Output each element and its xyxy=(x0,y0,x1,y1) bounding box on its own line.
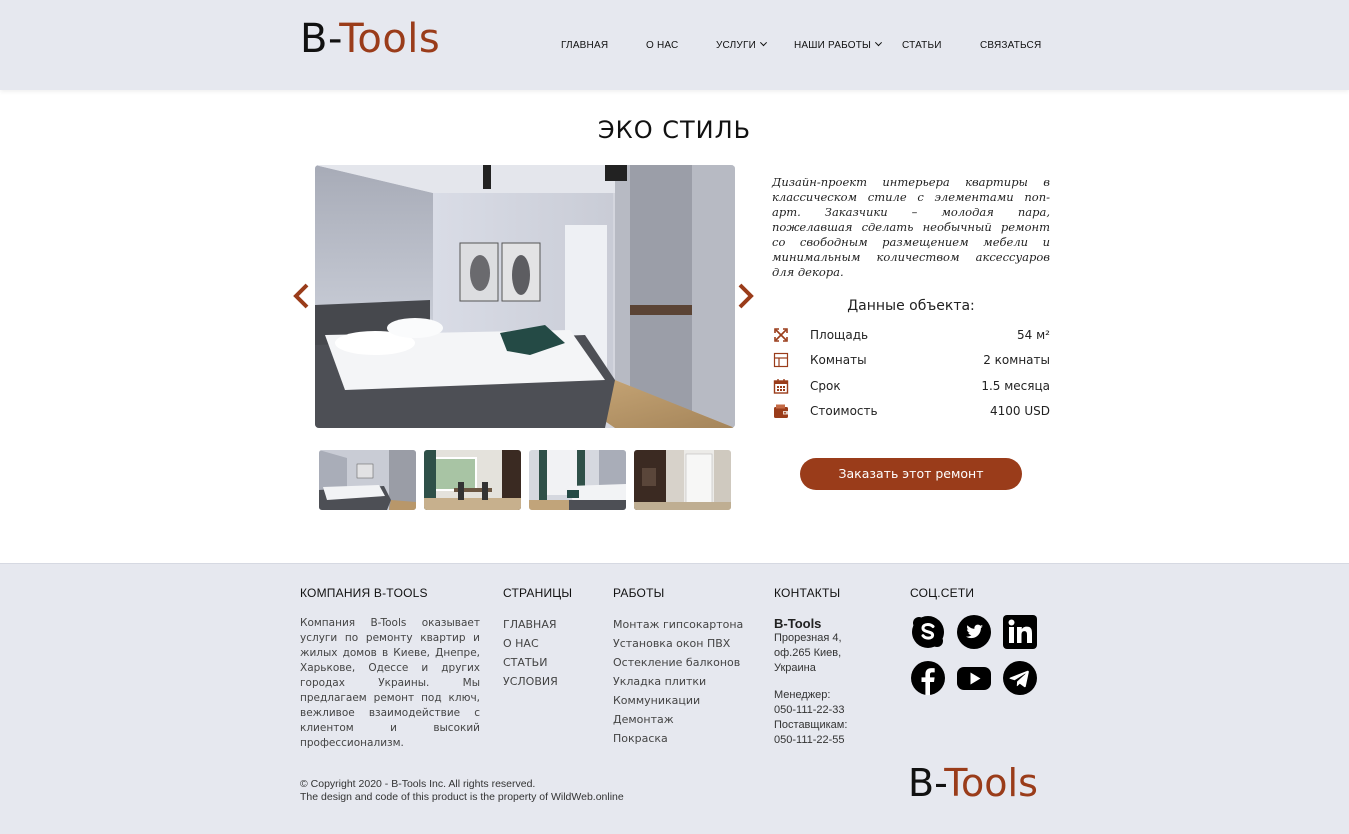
gallery-thumbnail[interactable] xyxy=(319,450,416,510)
calendar-icon xyxy=(773,379,789,394)
footer-link-articles[interactable]: СТАТЬИ xyxy=(503,656,547,669)
youtube-icon[interactable] xyxy=(956,660,992,696)
detail-label: Срок xyxy=(810,379,841,393)
nav-label: НАШИ РАБОТЫ xyxy=(794,40,872,51)
nav-item-contact[interactable]: СВЯЗАТЬСЯ xyxy=(980,40,1041,51)
twitter-icon[interactable] xyxy=(956,614,992,650)
detail-row-term: Срок 1.5 месяца xyxy=(772,377,1050,397)
nav-item-about[interactable]: О НАС xyxy=(646,40,678,51)
chevron-down-icon xyxy=(875,39,883,47)
footer-link-work[interactable]: Покраска xyxy=(613,732,668,745)
gallery-thumbnail[interactable] xyxy=(529,450,626,510)
linkedin-icon[interactable] xyxy=(1002,614,1038,650)
detail-row-cost: Стоимость 4100 USD xyxy=(772,402,1050,422)
logo-part-1: B- xyxy=(908,761,945,805)
nav-label: СТАТЬИ xyxy=(902,40,942,51)
site-logo[interactable]: B-Tools xyxy=(300,16,440,62)
object-details-title: Данные объекта: xyxy=(847,298,975,314)
footer-link-work[interactable]: Остекление балконов xyxy=(613,656,740,669)
nav-item-articles[interactable]: СТАТЬИ xyxy=(902,40,942,51)
skype-icon[interactable] xyxy=(910,614,946,650)
nav-label: О НАС xyxy=(646,40,679,51)
footer-link-work[interactable]: Коммуникации xyxy=(613,694,700,707)
gallery-main-image xyxy=(315,165,735,428)
footer-supplier-phone[interactable]: 050-111-22-55 xyxy=(774,733,845,748)
footer-heading-works: РАБОТЫ xyxy=(613,586,665,600)
detail-label: Площадь xyxy=(810,328,869,342)
footer-link-work[interactable]: Установка окон ПВХ xyxy=(613,637,730,650)
gallery-thumbnail[interactable] xyxy=(634,450,731,510)
footer-contact-company: B-Tools xyxy=(774,616,822,631)
floorplan-icon xyxy=(773,352,789,368)
logo-part-2: Tools xyxy=(339,16,441,62)
footer-link-work[interactable]: Укладка плитки xyxy=(613,675,706,688)
detail-value: 2 комнаты xyxy=(983,353,1050,367)
site-header: B-Tools ГЛАВНАЯ О НАС УСЛУГИ НАШИ РАБОТЫ… xyxy=(0,0,1349,90)
footer-link-home[interactable]: ГЛАВНАЯ xyxy=(503,618,557,631)
facebook-icon[interactable] xyxy=(910,660,946,696)
footer-heading-contacts: КОНТАКТЫ xyxy=(774,586,841,600)
project-description: Дизайн-проект интерьера квартиры в класс… xyxy=(772,175,1050,279)
detail-label: Стоимость xyxy=(810,404,878,418)
copyright-text: © Copyright 2020 - B-Tools Inc. All righ… xyxy=(300,778,536,790)
footer-heading-pages: СТРАНИЦЫ xyxy=(503,586,573,600)
footer-link-about[interactable]: О НАС xyxy=(503,637,539,650)
nav-label: СВЯЗАТЬСЯ xyxy=(980,40,1042,51)
detail-value: 54 м² xyxy=(1017,328,1050,342)
nav-item-services[interactable]: УСЛУГИ xyxy=(716,39,768,51)
detail-value: 4100 USD xyxy=(990,404,1050,418)
footer-manager-phone[interactable]: 050-111-22-33 xyxy=(774,703,845,718)
logo-part-1: B- xyxy=(300,16,340,62)
chevron-left-icon[interactable] xyxy=(292,282,310,310)
telegram-icon[interactable] xyxy=(1002,660,1038,696)
footer-address-line: Прорезная 4, xyxy=(774,632,842,644)
nav-label: УСЛУГИ xyxy=(716,40,756,51)
expand-icon xyxy=(774,328,788,342)
wallet-icon xyxy=(774,404,788,418)
footer-link-work[interactable]: Монтаж гипсокартона xyxy=(613,618,743,631)
copyright-block: © Copyright 2020 - B-Tools Inc. All righ… xyxy=(300,778,624,804)
footer-heading-company: КОМПАНИЯ B-TOOLS xyxy=(300,586,428,600)
chevron-right-icon[interactable] xyxy=(737,282,755,310)
detail-row-rooms: Комнаты 2 комнаты xyxy=(772,351,1050,371)
footer-address-line: Украина xyxy=(774,662,816,674)
property-text: The design and code of this product is t… xyxy=(300,791,624,803)
footer-link-terms[interactable]: УСЛОВИЯ xyxy=(503,675,558,688)
footer-link-work[interactable]: Демонтаж xyxy=(613,713,674,726)
footer-manager-label: Менеджер: xyxy=(774,689,831,701)
nav-label: ГЛАВНАЯ xyxy=(561,40,609,51)
detail-label: Комнаты xyxy=(810,353,867,367)
nav-item-works[interactable]: НАШИ РАБОТЫ xyxy=(794,39,883,51)
nav-item-home[interactable]: ГЛАВНАЯ xyxy=(561,40,608,51)
footer-address-line: оф.265 Киев, xyxy=(774,647,842,659)
detail-value: 1.5 месяца xyxy=(981,379,1050,393)
footer-heading-social: СОЦ.СЕТИ xyxy=(910,586,975,600)
detail-row-area: Площадь 54 м² xyxy=(772,326,1050,346)
footer-logo[interactable]: B-Tools xyxy=(908,760,1038,806)
footer-company-text: Компания B-Tools оказывает услуги по рем… xyxy=(300,617,480,749)
order-renovation-button[interactable]: Заказать этот ремонт xyxy=(800,458,1022,490)
logo-part-2: Tools xyxy=(944,761,1038,805)
gallery-thumbnail[interactable] xyxy=(424,450,521,510)
chevron-down-icon xyxy=(759,39,768,47)
footer-supplier-label: Поставщикам: xyxy=(774,719,848,731)
page-title: ЭКО СТИЛЬ xyxy=(597,116,752,144)
